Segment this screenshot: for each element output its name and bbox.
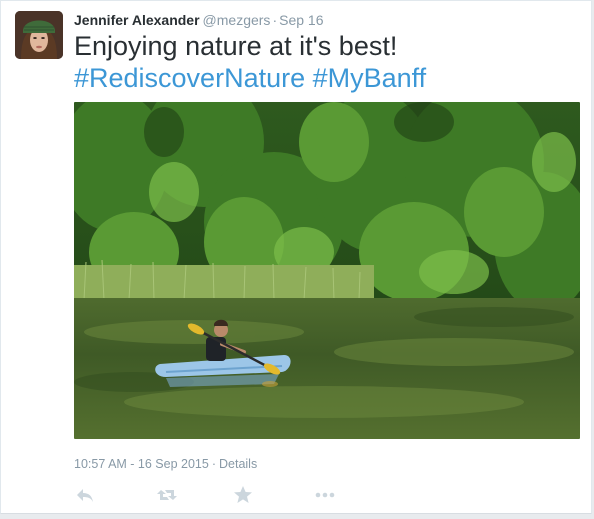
tweet-header: Jennifer Alexander @mezgers · Sep 16 [74,11,323,29]
tweet-timestamp[interactable]: Sep 16 [279,12,323,28]
retweet-button[interactable] [156,484,178,506]
tweet-full-time[interactable]: 10:57 AM - 16 Sep 2015 [74,457,209,471]
kayak-lake-photo [74,102,580,439]
hashtag-link[interactable]: #RediscoverNature [74,63,305,93]
reply-icon [77,489,93,502]
favorite-button[interactable] [232,484,254,506]
tweet-hashtags: #RediscoverNature #MyBanff [74,63,426,94]
more-options-icon [315,492,335,498]
more-options-button[interactable] [314,484,336,506]
retweet-icon [157,490,177,500]
hashtag-link[interactable]: #MyBanff [313,63,427,93]
favorite-star-icon [234,486,252,503]
meta-separator: · [211,457,216,471]
tweet-text: Enjoying nature at it's best! [74,31,398,61]
tweet-metadata: 10:57 AM - 16 Sep 2015 · Details [74,456,257,472]
details-link[interactable]: Details [219,457,257,471]
avatar[interactable] [15,11,63,59]
author-fullname[interactable]: Jennifer Alexander [74,12,200,28]
author-username[interactable]: @mezgers [203,12,271,28]
tweet-card: Jennifer Alexander @mezgers · Sep 16 Enjoyi… [0,0,592,514]
tweet-photo[interactable] [74,102,580,439]
header-separator: · [272,12,278,28]
reply-button[interactable] [74,484,96,506]
